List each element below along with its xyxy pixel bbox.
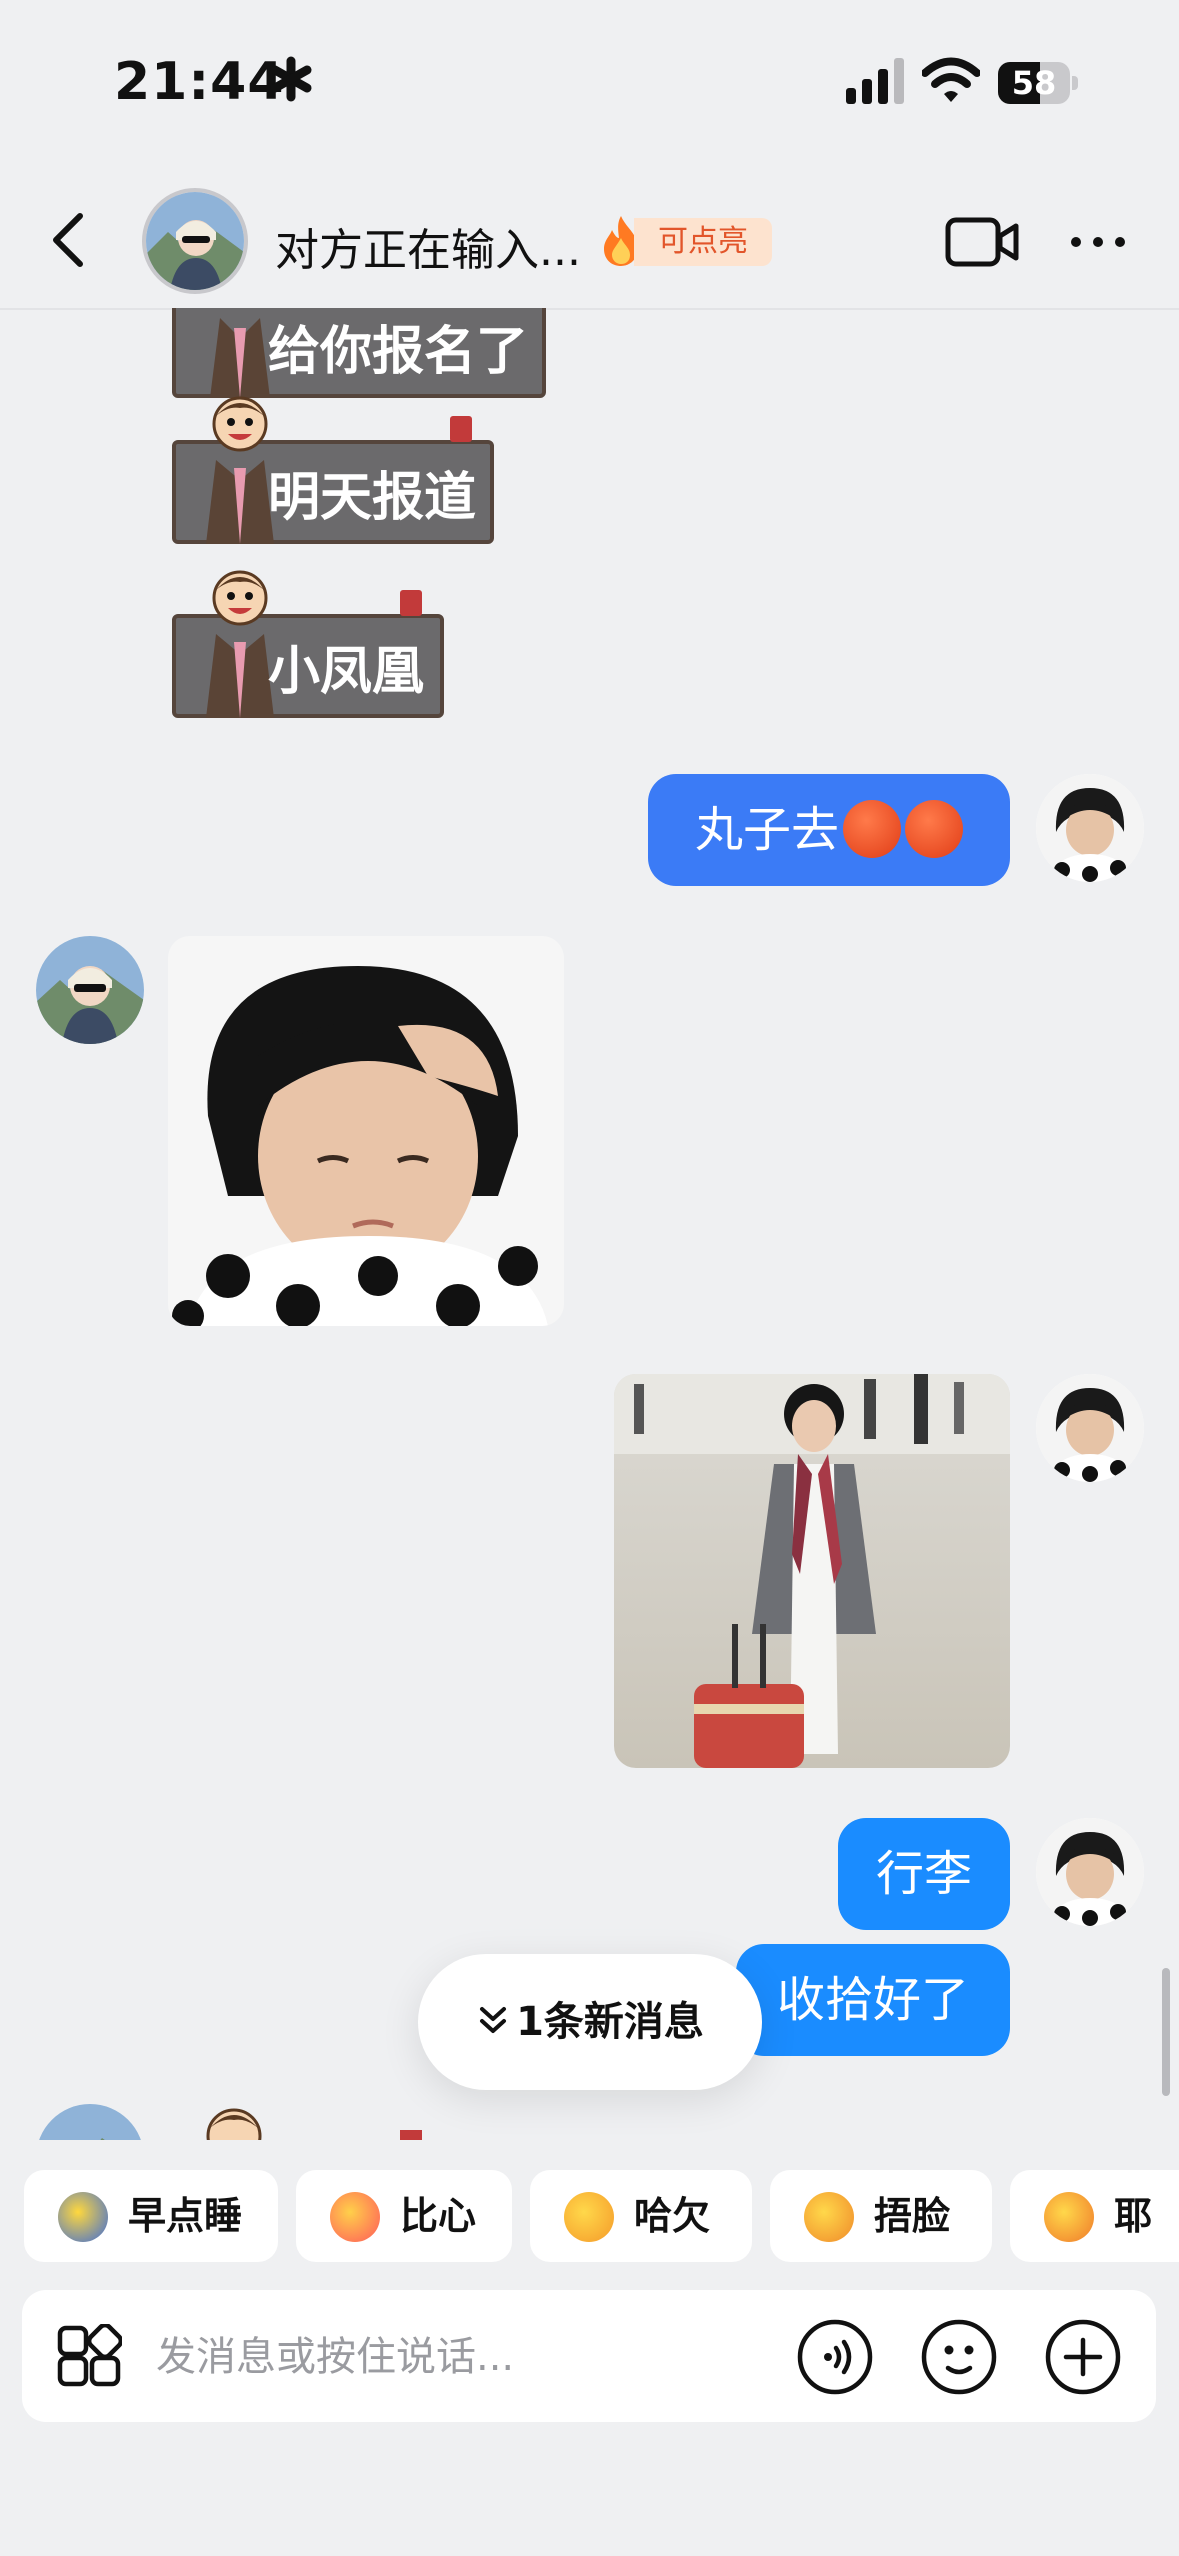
more-icon[interactable] [1068, 232, 1128, 252]
apps-grid-icon[interactable] [56, 2324, 122, 2390]
sent-text-bubble[interactable]: 丸子去 [648, 774, 1010, 886]
quick-reaction-bar: 早点睡 比心 哈欠 捂脸 耶 [0, 2170, 1179, 2262]
sent-text-bubble[interactable]: 行李 [838, 1818, 1010, 1930]
chat-header: 对方正在输入... 可点亮 [0, 170, 1179, 310]
sticker-text: 小凤凰 [268, 642, 425, 702]
new-messages-label: 1条新消息 [516, 1999, 704, 2045]
back-arrow-icon[interactable] [40, 210, 100, 270]
yawn-icon [564, 2192, 614, 2242]
angry-face-icon [843, 800, 901, 858]
quick-reaction-sleep[interactable]: 早点睡 [24, 2170, 278, 2262]
my-avatar[interactable] [1036, 1374, 1144, 1482]
heart-hands-icon [330, 2192, 380, 2242]
contact-avatar[interactable] [142, 188, 248, 294]
message-text: 收拾好了 [776, 1972, 969, 2028]
message-text: 丸子去 [694, 802, 839, 858]
video-call-icon[interactable] [944, 214, 1020, 270]
scrollbar[interactable] [1162, 1968, 1170, 2096]
sticker-message[interactable]: 给你报名了 [170, 308, 546, 398]
sent-photo[interactable] [614, 1374, 1010, 1768]
contact-avatar[interactable] [36, 936, 144, 1044]
angry-face-icon [905, 800, 963, 858]
sticker-text: 给你报名了 [268, 322, 529, 382]
quick-reaction-heart[interactable]: 比心 [296, 2170, 512, 2262]
asterisk-icon [270, 56, 312, 102]
battery-level: 58 [1011, 64, 1057, 102]
contact-avatar[interactable] [36, 2104, 144, 2140]
quick-reaction-yeah[interactable]: 耶 [1010, 2170, 1179, 2262]
my-avatar[interactable] [1036, 1818, 1144, 1926]
emoji-icon[interactable] [920, 2318, 998, 2396]
battery-icon: 58 [998, 62, 1078, 104]
voice-message-icon[interactable] [796, 2318, 874, 2396]
received-photo[interactable] [168, 936, 564, 1326]
message-input[interactable] [154, 2320, 778, 2394]
sticker-message[interactable]: 小凤凰 [170, 568, 446, 718]
status-time: 21:44 [114, 52, 285, 112]
yeah-icon [1044, 2192, 1094, 2242]
sticker-message[interactable]: 明天报道 [170, 394, 496, 544]
plus-icon[interactable] [1044, 2318, 1122, 2396]
quick-reaction-yawn[interactable]: 哈欠 [530, 2170, 752, 2262]
my-avatar[interactable] [1036, 774, 1144, 882]
cellular-signal-icon [846, 58, 904, 104]
contact-name-typing-status: 对方正在输入... [275, 225, 581, 276]
status-bar: 21:44 58 [0, 0, 1179, 170]
message-text: 行李 [875, 1846, 972, 1902]
message-input-bar [22, 2290, 1156, 2422]
spark-badge[interactable]: 可点亮 [634, 218, 772, 266]
sticker-message[interactable] [196, 2106, 436, 2140]
double-chevron-down-icon [480, 2007, 507, 2033]
new-messages-button[interactable]: 1条新消息 [418, 1954, 762, 2090]
wifi-icon [922, 57, 980, 102]
sent-text-bubble[interactable]: 收拾好了 [736, 1944, 1010, 2056]
facepalm-icon [804, 2192, 854, 2242]
sticker-text: 明天报道 [268, 468, 477, 528]
sleepy-moon-icon [58, 2192, 108, 2242]
chat-messages[interactable]: 给你报名了 明天报道 小凤凰 丸子去 行李 收拾好了 [0, 308, 1179, 2140]
quick-reaction-facepalm[interactable]: 捂脸 [770, 2170, 992, 2262]
